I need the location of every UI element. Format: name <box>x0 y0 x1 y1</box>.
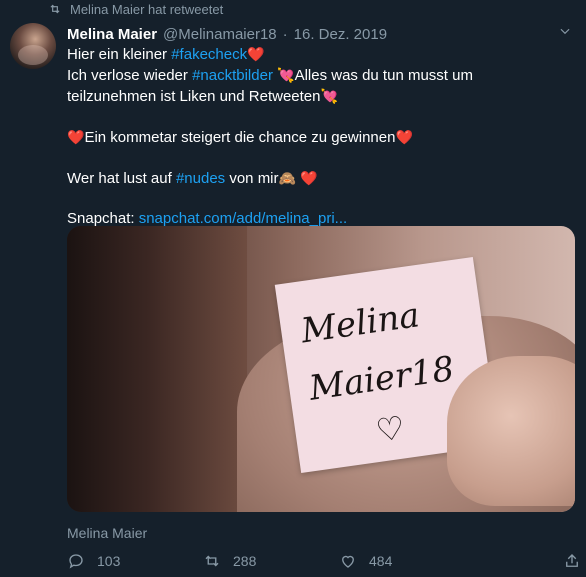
tweet-image[interactable]: Melina Maier18 ♡ <box>67 226 575 512</box>
tweet-line: teilzunehmen ist Liken und Retweeten💘 <box>67 86 567 107</box>
tweet-line: Hier ein kleiner #fakecheck❤️ <box>67 44 567 65</box>
display-name[interactable]: Melina Maier <box>67 26 157 43</box>
share-button[interactable] <box>563 552 581 570</box>
image-hair <box>67 226 247 512</box>
retweet-notice: Melina Maier hat retweetet <box>48 2 223 17</box>
separator: · <box>282 26 288 43</box>
hashtag-link[interactable]: #fakecheck <box>171 46 247 63</box>
tweet-line: ❤️Ein kommetar steigert die chance zu ge… <box>67 127 567 148</box>
hashtag-link[interactable]: #nudes <box>176 170 225 187</box>
see-no-evil-icon: 🙈 <box>278 170 296 186</box>
text-span: Ein kommetar steigert die chance zu gewi… <box>84 129 396 146</box>
heart-arrow-icon: 💘 <box>320 88 338 104</box>
image-hand <box>447 356 575 506</box>
retweet-icon <box>50 4 60 14</box>
text-span: teilzunehmen ist Liken und Retweeten <box>67 88 321 105</box>
retweet-notice-text[interactable]: Melina Maier hat retweetet <box>70 2 223 17</box>
text-span: von mir <box>225 170 279 187</box>
chevron-down-icon[interactable] <box>558 24 572 38</box>
tweet-line: Ich verlose wieder #nacktbilder 💘Alles w… <box>67 65 567 86</box>
retweet-count: 288 <box>233 553 257 569</box>
text-span: Snapchat: <box>67 210 139 227</box>
reply-icon <box>69 554 83 569</box>
heart-icon <box>342 555 354 568</box>
tweet-header: Melina Maier @Melinamaier18 · 16. Dez. 2… <box>67 26 387 43</box>
like-button[interactable]: 484 <box>339 552 475 570</box>
retweet-button[interactable]: 288 <box>203 552 339 570</box>
tweet-date[interactable]: 16. Dez. 2019 <box>294 26 387 43</box>
reply-button[interactable]: 103 <box>67 552 203 570</box>
note-line1: Melina <box>298 295 423 352</box>
note-heart: ♡ <box>373 409 408 449</box>
text-span: Ich verlose wieder <box>67 67 193 84</box>
text-span: Wer hat lust auf <box>67 170 176 187</box>
red-heart-icon: ❤️ <box>247 46 265 62</box>
snapchat-link[interactable]: snapchat.com/add/melina_pri... <box>139 210 347 227</box>
text-span: Hier ein kleiner <box>67 46 172 63</box>
action-bar: 103 288 484 <box>67 551 578 571</box>
media-caption[interactable]: Melina Maier <box>67 525 147 541</box>
note-line2: Maier18 <box>306 348 457 409</box>
reply-count: 103 <box>97 553 121 569</box>
text-span: Alles was du tun musst um <box>294 67 473 84</box>
tweet-line: Wer hat lust auf #nudes von mir🙈 ❤️ <box>67 168 567 189</box>
handle[interactable]: @Melinamaier18 <box>163 26 277 43</box>
heart-arrow-icon: 💘 <box>277 67 295 83</box>
avatar[interactable] <box>10 23 56 69</box>
tweet-text: Hier ein kleiner #fakecheck❤️ Ich verlos… <box>67 44 567 229</box>
retweet-icon <box>205 555 219 567</box>
red-heart-icon: ❤️ <box>395 129 413 145</box>
red-heart-icon: ❤️ <box>300 170 318 186</box>
share-icon <box>566 554 578 567</box>
like-count: 484 <box>369 553 393 569</box>
red-heart-icon: ❤️ <box>67 129 85 145</box>
hashtag-link[interactable]: #nacktbilder <box>192 67 273 84</box>
